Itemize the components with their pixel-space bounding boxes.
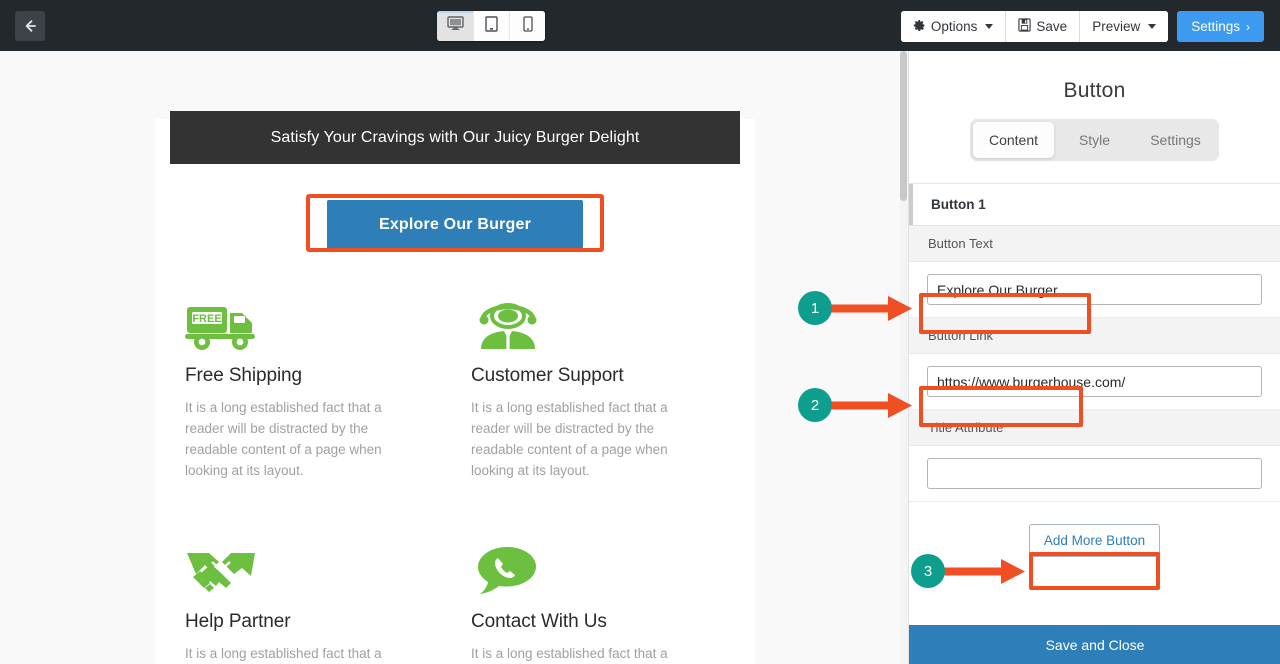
- feature-card-contact-with-us: Contact With Us It is a long established…: [441, 537, 727, 664]
- accordion-label: Button 1: [931, 197, 986, 212]
- title-attribute-input[interactable]: [927, 458, 1262, 489]
- feature-card-free-shipping: FREE Free Shipping It is a long establis…: [155, 291, 441, 481]
- desktop-icon: [446, 16, 464, 36]
- feature-title: Contact With Us: [471, 611, 607, 632]
- preview-label: Preview: [1092, 19, 1141, 34]
- device-button-tablet[interactable]: [473, 11, 509, 41]
- button-link-field-label: Button Link: [909, 318, 1280, 354]
- chevron-down-icon: [985, 24, 994, 29]
- feature-description: It is a long established fact that a rea…: [471, 400, 668, 478]
- toolbar-button-group: Options Save Preview: [900, 11, 1169, 42]
- feature-row-spacer: [155, 481, 755, 537]
- preview-canvas[interactable]: Satisfy Your Cravings with Our Juicy Bur…: [0, 51, 908, 664]
- button-text-field-label: Button Text: [909, 226, 1280, 262]
- save-disk-icon: [1018, 18, 1032, 35]
- annotation-arrow-3: [939, 559, 1025, 584]
- hero-heading: Satisfy Your Cravings with Our Juicy Bur…: [270, 128, 640, 146]
- tab-content[interactable]: Content: [973, 122, 1054, 158]
- device-button-desktop[interactable]: [437, 11, 473, 41]
- canvas-scrollbar-track[interactable]: [900, 51, 908, 664]
- button-link-input[interactable]: [927, 366, 1262, 397]
- add-more-button[interactable]: Add More Button: [1028, 524, 1161, 557]
- settings-label: Settings: [1191, 19, 1240, 34]
- button-text-input[interactable]: [927, 274, 1262, 305]
- panel-tabs: Content Style Settings: [970, 119, 1219, 161]
- explore-our-burger-button[interactable]: Explore Our Burger: [326, 200, 584, 250]
- gear-icon: [913, 19, 926, 35]
- svg-text:FREE: FREE: [192, 313, 221, 325]
- phone-bubble-icon: [471, 537, 727, 597]
- free-shipping-truck-icon: FREE: [185, 291, 441, 351]
- tab-settings[interactable]: Settings: [1135, 122, 1216, 158]
- button-text-field-row: [909, 262, 1280, 318]
- field-label-text: Title Attribute: [928, 420, 1004, 435]
- preview-button[interactable]: Preview: [1079, 11, 1169, 42]
- chevron-right-icon: ›: [1246, 19, 1250, 34]
- feature-card-help-partner: Help Partner It is a long established fa…: [155, 537, 441, 664]
- save-button[interactable]: Save: [1005, 11, 1080, 42]
- toolbar-actions: Options Save Preview Settings ›: [900, 11, 1264, 42]
- title-attribute-field-label: Title Attribute: [909, 410, 1280, 446]
- annotation-marker-3: 3: [911, 554, 945, 588]
- top-toolbar: Options Save Preview Settings ›: [0, 0, 1280, 51]
- arrow-left-icon: [22, 18, 38, 34]
- page-builder-app: Options Save Preview Settings › Satisfy …: [0, 0, 1280, 664]
- handshake-icon: [185, 537, 441, 597]
- mobile-icon: [522, 15, 533, 37]
- feature-card-customer-support: Customer Support It is a long establishe…: [441, 291, 727, 481]
- feature-description: It is a long established fact that a rea…: [185, 400, 382, 478]
- back-button[interactable]: [15, 11, 45, 41]
- settings-button[interactable]: Settings ›: [1177, 11, 1264, 42]
- customer-support-headset-icon: [471, 291, 727, 351]
- tablet-icon: [485, 15, 498, 37]
- device-preview-switcher: [437, 11, 545, 41]
- button-link-field-row: [909, 354, 1280, 410]
- feature-grid: FREE Free Shipping It is a long establis…: [155, 275, 755, 664]
- chevron-down-icon: [1148, 24, 1157, 29]
- feature-description: It is a long established fact that a rea…: [185, 646, 382, 661]
- options-label: Options: [930, 19, 978, 34]
- title-attribute-field-row: [909, 446, 1280, 502]
- feature-description: It is a long established fact that a rea…: [471, 646, 668, 661]
- panel-title: Button: [1063, 79, 1126, 102]
- feature-row-1: FREE Free Shipping It is a long establis…: [155, 291, 755, 481]
- feature-row-2: Help Partner It is a long established fa…: [155, 537, 755, 664]
- cta-section: Explore Our Burger: [155, 175, 755, 275]
- annotation-arrow-1: [826, 296, 912, 321]
- options-button[interactable]: Options: [900, 11, 1006, 42]
- save-and-close-button[interactable]: Save and Close: [909, 625, 1280, 664]
- field-label-text: Button Text: [928, 236, 993, 251]
- feature-title: Customer Support: [471, 365, 624, 386]
- annotation-arrow-2: [826, 393, 912, 418]
- device-button-mobile[interactable]: [509, 11, 545, 41]
- annotation-marker-1: 1: [798, 291, 832, 325]
- annotation-marker-2: 2: [798, 388, 832, 422]
- tab-style[interactable]: Style: [1054, 122, 1135, 158]
- field-label-text: Button Link: [928, 328, 994, 343]
- feature-title: Help Partner: [185, 611, 291, 632]
- save-label: Save: [1036, 19, 1068, 34]
- hero-banner: Satisfy Your Cravings with Our Juicy Bur…: [170, 111, 740, 164]
- accordion-button-1[interactable]: Button 1: [909, 183, 1280, 226]
- canvas-scrollbar-thumb[interactable]: [900, 51, 907, 201]
- feature-title: Free Shipping: [185, 365, 302, 386]
